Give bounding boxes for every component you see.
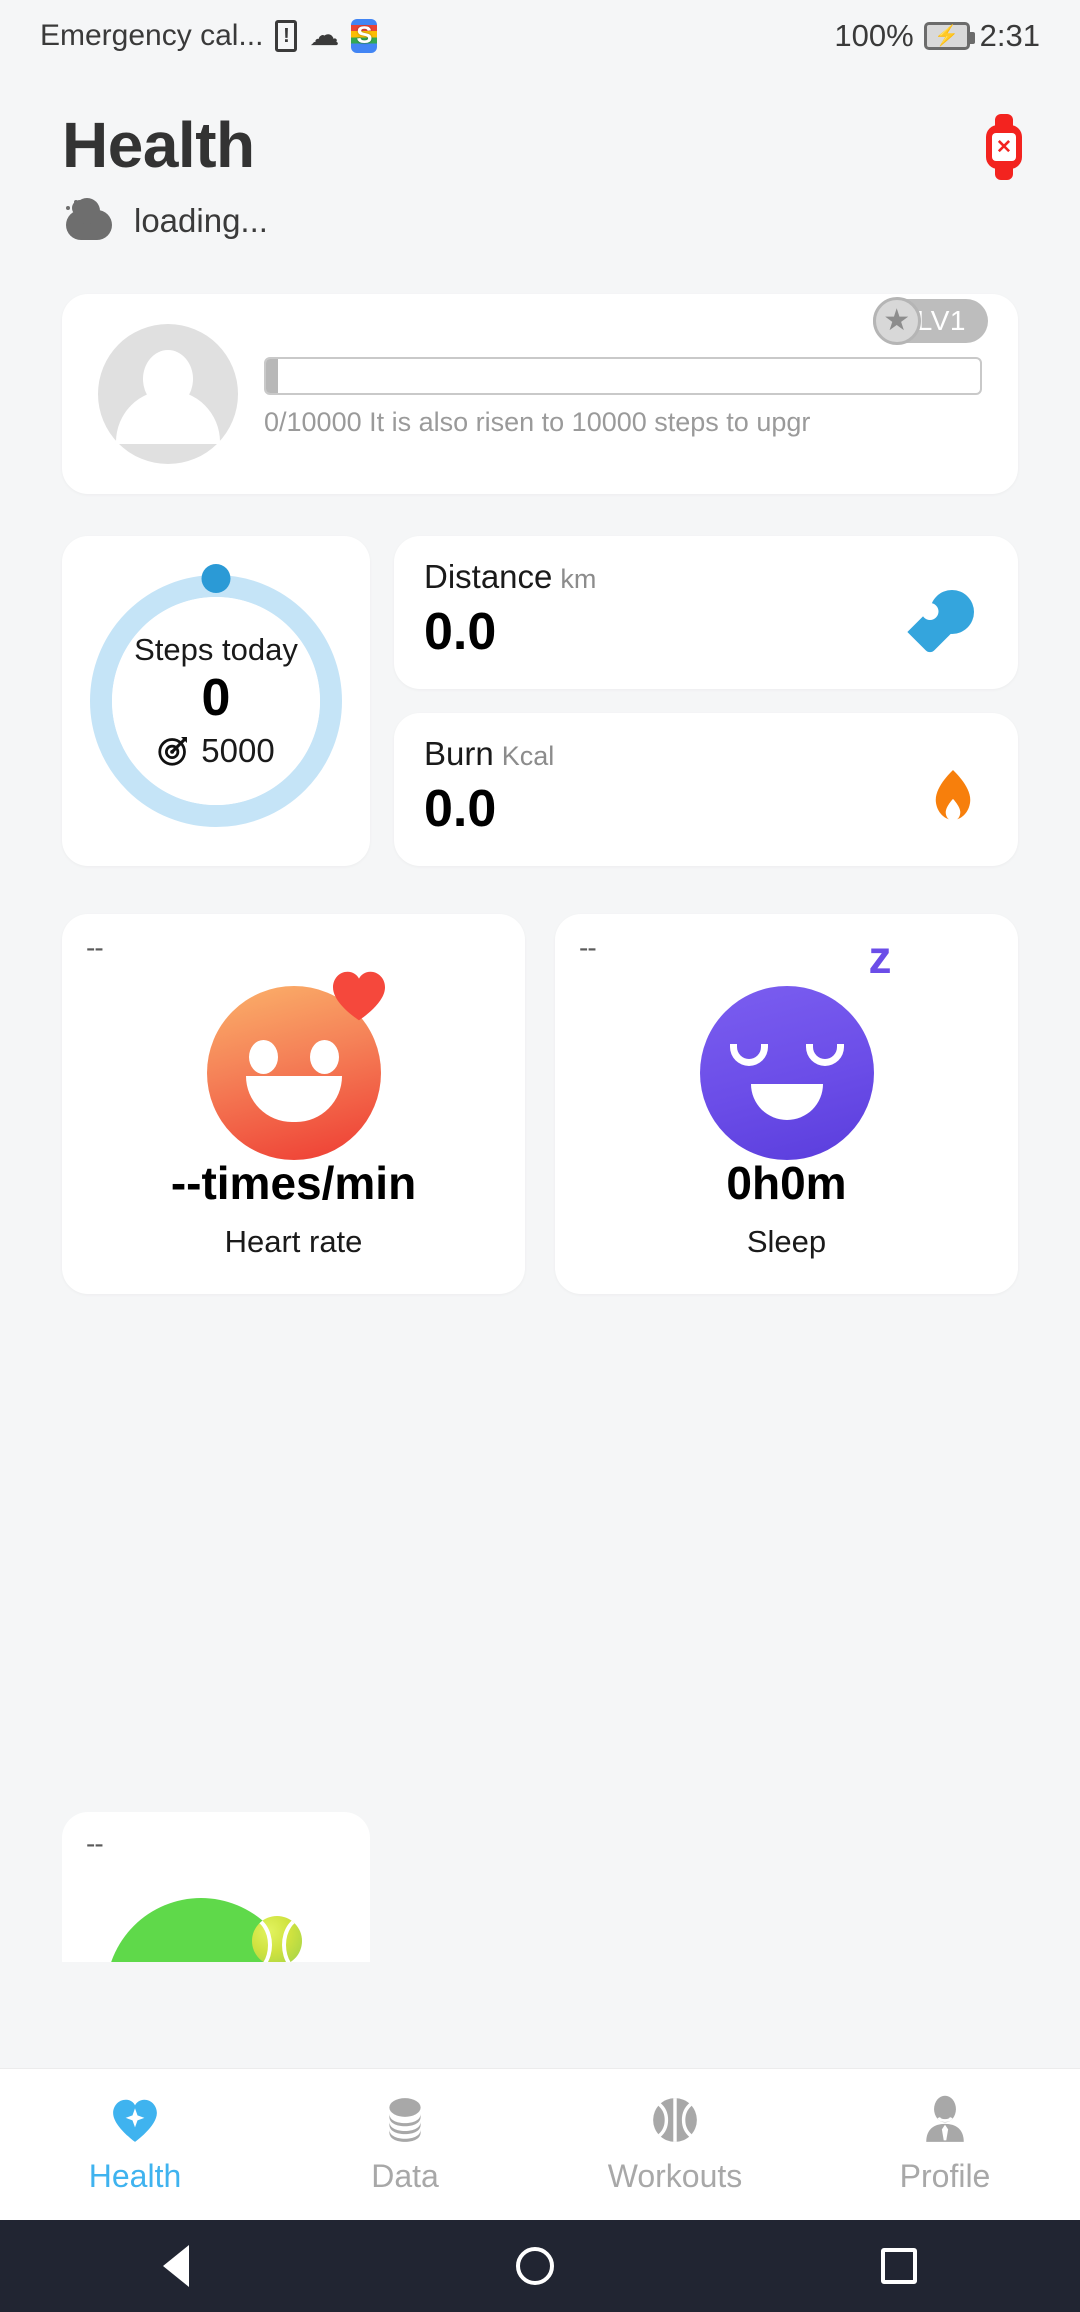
bottom-navigation: Health Data Workouts Profile [0,2068,1080,2220]
weather-row[interactable]: loading... [62,198,1018,242]
heart-rate-dash: -- [86,932,104,963]
distance-title: Distance [424,558,553,595]
steps-card[interactable]: Steps today 0 5000 [62,536,370,866]
steps-label: Steps today [134,632,298,668]
sleep-label: Sleep [746,1224,827,1259]
nav-label-health: Health [88,2158,182,2194]
distance-unit: km [560,564,597,594]
back-triangle-icon[interactable] [163,2245,190,2287]
heart-health-icon [109,2094,161,2146]
distance-card[interactable]: Distance km 0.0 [394,536,1018,689]
distance-value: 0.0 [424,603,497,661]
burn-card[interactable]: Burn Kcal 0.0 [394,713,1018,866]
profile-progress-section: ★ LV1 0/10000 It is also risen to 10000 … [264,296,988,438]
app-screen: Emergency cal... ! ☁ 100% ⚡ 2:31 Health … [0,0,1080,2312]
heart-rate-value: --times/min [170,1157,417,1209]
nav-label-data: Data [371,2158,439,2194]
next-card-dash: -- [86,1828,104,1859]
steps-value: 0 [201,669,231,728]
level-progress-bar [264,356,982,395]
stats-stack: Distance km 0.0 Burn Kcal 0.0 [394,536,1018,866]
profile-card[interactable]: ★ LV1 0/10000 It is also risen to 10000 … [62,294,1018,494]
distance-header: Distance km [424,558,988,596]
home-circle-icon[interactable] [515,2247,554,2285]
burn-header: Burn Kcal [424,735,988,773]
carrier-label: Emergency cal... [40,19,264,52]
location-pin-icon [907,590,976,655]
flame-icon [930,767,976,823]
sleepy-face-icon: z [699,934,892,1160]
wifi-icon: ☁ [309,19,340,52]
nav-label-profile: Profile [899,2158,991,2194]
steps-progress-ring: Steps today 0 5000 [90,564,342,827]
next-card-partial[interactable]: -- [62,1812,370,1962]
battery-percent-label: 100% [834,18,914,53]
coins-stack-icon [379,2094,431,2146]
heart-rate-graphic [62,971,525,1160]
target-icon [158,737,188,766]
weather-status-label: loading... [134,202,268,239]
sleep-card[interactable]: -- z 0h0m Sleep [555,914,1018,1294]
status-bar-left: Emergency cal... ! ☁ [40,19,378,53]
tennis-ball-icon [252,1916,302,1962]
star-icon: ★ [872,296,921,345]
level-badge-label: LV1 [916,304,966,336]
burn-unit: Kcal [501,741,555,771]
heart-rate-label: Heart rate [224,1224,363,1259]
status-bar: Emergency cal... ! ☁ 100% ⚡ 2:31 [0,0,1080,72]
recents-square-icon[interactable] [880,2248,917,2284]
system-navigation-bar [0,2220,1080,2312]
sleep-value: 0h0m [726,1157,847,1209]
nav-item-workouts[interactable]: Workouts [540,2094,810,2195]
nav-item-health[interactable]: Health [0,2094,270,2195]
partly-cloudy-icon [62,198,118,242]
steps-goal-value: 5000 [201,731,275,769]
z-sleep-icon: z [868,931,892,983]
level-badge: ★ LV1 [872,296,988,345]
tiles-row: -- --times/min Heart rate -- z 0h0m Slee… [62,914,1018,1294]
heart-icon [332,971,385,1021]
level-progress-label: 0/10000 It is also risen to 10000 steps … [264,406,811,437]
nav-label-workouts: Workouts [607,2158,743,2194]
status-bar-right: 100% ⚡ 2:31 [834,18,1040,54]
burn-value: 0.0 [424,780,497,838]
metrics-row: Steps today 0 5000 Distance km 0.0 Burn … [62,536,1018,866]
clock-label: 2:31 [979,18,1040,53]
steps-ring-content: Steps today 0 5000 [112,597,320,805]
user-avatar-icon[interactable] [98,324,238,464]
sleep-graphic: z [555,934,1018,1160]
battery-charging-icon: ⚡ [923,22,975,50]
burn-title: Burn [424,735,494,772]
band-disconnected-icon[interactable]: ✕ [986,114,1022,180]
s-app-icon [351,19,378,53]
heart-rate-card[interactable]: -- --times/min Heart rate [62,914,525,1294]
smiley-face-icon [206,971,385,1160]
page-header: Health loading... ✕ [0,72,1080,242]
steps-goal-row: 5000 [157,731,275,770]
page-title: Health [62,109,255,181]
sim-alert-icon: ! [275,20,298,52]
nav-item-profile[interactable]: Profile [810,2094,1080,2195]
sleep-dash: -- [579,932,597,963]
basketball-icon [649,2094,701,2146]
nav-item-data[interactable]: Data [270,2094,540,2195]
person-tie-icon [919,2094,971,2146]
steps-ring-marker [201,564,231,593]
